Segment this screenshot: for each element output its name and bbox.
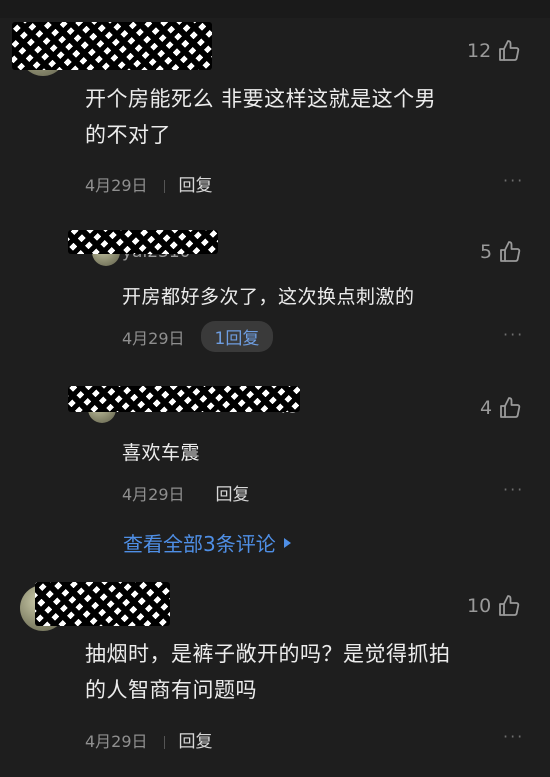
redacted-username (68, 386, 300, 412)
like-button[interactable]: 5 (480, 240, 522, 264)
reply-count-button[interactable]: 1回复 (200, 321, 274, 352)
thumbs-up-icon (497, 39, 521, 63)
thumbs-up-icon (498, 240, 522, 264)
view-all-replies-link[interactable]: 查看全部3条评论 (123, 528, 291, 557)
reply-text: 开房都好多次了，这次换点刺激的 (122, 286, 415, 308)
like-button[interactable]: 4 (480, 396, 522, 420)
like-count: 4 (480, 397, 493, 419)
comment-text-line: 的人智商有问题吗 (85, 678, 257, 702)
comment-text-line: 抽烟时，是裤子敞开的吗？是觉得抓拍 (85, 642, 451, 666)
like-count: 5 (480, 241, 493, 263)
like-button[interactable]: 10 (467, 594, 521, 618)
comment-text: 抽烟时，是裤子敞开的吗？是觉得抓拍 的人智商有问题吗 (85, 636, 525, 708)
more-dots-icon[interactable]: ··· (503, 727, 524, 746)
divider (201, 489, 202, 502)
redacted-username (68, 230, 218, 254)
reply-date: 4月29日 (122, 484, 185, 504)
comment-text: 开个房能死么 非要这样这就是这个男 的不对了 (85, 81, 525, 153)
redacted-username (35, 582, 170, 626)
reply-meta: 4月29日 1回复 (122, 321, 274, 352)
redacted-username (12, 22, 212, 70)
like-button[interactable]: 12 (467, 39, 521, 63)
more-dots-icon[interactable]: ··· (503, 171, 524, 190)
comment-text-line: 的不对了 (85, 123, 171, 147)
reply-button[interactable]: 回复 (179, 171, 213, 196)
reply-button[interactable]: 回复 (216, 480, 250, 505)
reply-text: 喜欢车震 (122, 442, 201, 464)
top-edge-bar (0, 0, 550, 18)
reply-date: 4月29日 (122, 328, 185, 348)
view-all-label: 查看全部3条评论 (123, 532, 276, 556)
divider (163, 180, 165, 193)
more-dots-icon[interactable]: ··· (503, 480, 524, 499)
comment-date: 4月29日 (85, 731, 148, 751)
thumbs-up-icon (498, 396, 522, 420)
comment-date: 4月29日 (85, 175, 148, 195)
comment-meta: 4月29日 回复 (85, 727, 213, 753)
reply-button[interactable]: 回复 (179, 727, 213, 752)
thumbs-up-icon (497, 594, 521, 618)
divider (163, 736, 165, 749)
more-dots-icon[interactable]: ··· (503, 325, 524, 344)
comment-text-line: 开个房能死么 非要这样这就是这个男 (85, 87, 437, 111)
reply-meta: 4月29日 回复 (122, 480, 250, 506)
like-count: 12 (467, 40, 492, 62)
comment-meta: 4月29日 回复 (85, 171, 213, 197)
like-count: 10 (467, 595, 492, 617)
arrow-right-icon (283, 537, 291, 548)
